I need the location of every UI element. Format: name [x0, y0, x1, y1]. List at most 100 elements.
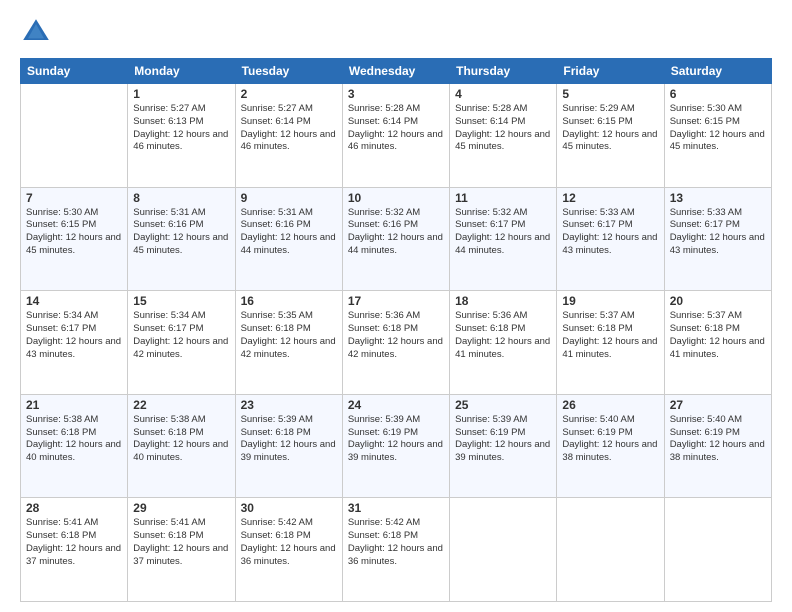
- sunset-text: Sunset: 6:15 PM: [670, 116, 766, 129]
- table-cell: 10Sunrise: 5:32 AMSunset: 6:16 PMDayligh…: [342, 187, 449, 291]
- day-number: 16: [241, 294, 337, 308]
- day-info: Sunrise: 5:27 AMSunset: 6:14 PMDaylight:…: [241, 103, 337, 154]
- day-number: 2: [241, 87, 337, 101]
- day-info: Sunrise: 5:39 AMSunset: 6:19 PMDaylight:…: [348, 414, 444, 465]
- sunset-text: Sunset: 6:16 PM: [133, 219, 229, 232]
- daylight-text: Daylight: 12 hours and45 minutes.: [26, 232, 122, 258]
- daylight-text: Daylight: 12 hours and45 minutes.: [455, 129, 551, 155]
- sunset-text: Sunset: 6:18 PM: [562, 323, 658, 336]
- sunrise-text: Sunrise: 5:34 AM: [26, 310, 122, 323]
- sunset-text: Sunset: 6:18 PM: [348, 530, 444, 543]
- day-number: 25: [455, 398, 551, 412]
- sunrise-text: Sunrise: 5:30 AM: [26, 207, 122, 220]
- table-cell: 27Sunrise: 5:40 AMSunset: 6:19 PMDayligh…: [664, 394, 771, 498]
- table-cell: 21Sunrise: 5:38 AMSunset: 6:18 PMDayligh…: [21, 394, 128, 498]
- table-cell: 26Sunrise: 5:40 AMSunset: 6:19 PMDayligh…: [557, 394, 664, 498]
- week-row-4: 28Sunrise: 5:41 AMSunset: 6:18 PMDayligh…: [21, 498, 772, 602]
- sunset-text: Sunset: 6:19 PM: [670, 427, 766, 440]
- sunset-text: Sunset: 6:17 PM: [670, 219, 766, 232]
- sunrise-text: Sunrise: 5:29 AM: [562, 103, 658, 116]
- daylight-text: Daylight: 12 hours and37 minutes.: [26, 543, 122, 569]
- sunrise-text: Sunrise: 5:35 AM: [241, 310, 337, 323]
- table-cell: 28Sunrise: 5:41 AMSunset: 6:18 PMDayligh…: [21, 498, 128, 602]
- table-cell: 23Sunrise: 5:39 AMSunset: 6:18 PMDayligh…: [235, 394, 342, 498]
- calendar-table: Sunday Monday Tuesday Wednesday Thursday…: [20, 58, 772, 602]
- sunrise-text: Sunrise: 5:34 AM: [133, 310, 229, 323]
- sunset-text: Sunset: 6:16 PM: [241, 219, 337, 232]
- day-info: Sunrise: 5:27 AMSunset: 6:13 PMDaylight:…: [133, 103, 229, 154]
- sunrise-text: Sunrise: 5:38 AM: [133, 414, 229, 427]
- day-info: Sunrise: 5:40 AMSunset: 6:19 PMDaylight:…: [562, 414, 658, 465]
- week-row-3: 21Sunrise: 5:38 AMSunset: 6:18 PMDayligh…: [21, 394, 772, 498]
- sunrise-text: Sunrise: 5:39 AM: [348, 414, 444, 427]
- table-cell: 15Sunrise: 5:34 AMSunset: 6:17 PMDayligh…: [128, 291, 235, 395]
- table-cell: 9Sunrise: 5:31 AMSunset: 6:16 PMDaylight…: [235, 187, 342, 291]
- table-cell: 8Sunrise: 5:31 AMSunset: 6:16 PMDaylight…: [128, 187, 235, 291]
- sunset-text: Sunset: 6:17 PM: [562, 219, 658, 232]
- sunrise-text: Sunrise: 5:28 AM: [348, 103, 444, 116]
- sunset-text: Sunset: 6:18 PM: [455, 323, 551, 336]
- day-info: Sunrise: 5:30 AMSunset: 6:15 PMDaylight:…: [26, 207, 122, 258]
- day-number: 3: [348, 87, 444, 101]
- sunrise-text: Sunrise: 5:39 AM: [455, 414, 551, 427]
- day-info: Sunrise: 5:32 AMSunset: 6:17 PMDaylight:…: [455, 207, 551, 258]
- daylight-text: Daylight: 12 hours and44 minutes.: [241, 232, 337, 258]
- daylight-text: Daylight: 12 hours and42 minutes.: [241, 336, 337, 362]
- day-info: Sunrise: 5:36 AMSunset: 6:18 PMDaylight:…: [455, 310, 551, 361]
- sunrise-text: Sunrise: 5:42 AM: [348, 517, 444, 530]
- day-info: Sunrise: 5:31 AMSunset: 6:16 PMDaylight:…: [133, 207, 229, 258]
- day-number: 23: [241, 398, 337, 412]
- logo-icon: [20, 16, 52, 48]
- week-row-0: 1Sunrise: 5:27 AMSunset: 6:13 PMDaylight…: [21, 84, 772, 188]
- table-cell: 20 Sunrise: 5:37 AMSunset: 6:18 PMDayligh…: [664, 291, 771, 395]
- day-info: Sunrise: 5:37 AMSunset: 6:18 PMDaylight:…: [562, 310, 658, 361]
- week-row-2: 14Sunrise: 5:34 AMSunset: 6:17 PMDayligh…: [21, 291, 772, 395]
- table-cell: [664, 498, 771, 602]
- sunset-text: Sunset: 6:18 PM: [26, 427, 122, 440]
- sunrise-text: Sunrise: 5:36 AM: [348, 310, 444, 323]
- table-cell: 16 Sunrise: 5:35 AMSunset: 6:18 PMDayligh…: [235, 291, 342, 395]
- table-cell: [557, 498, 664, 602]
- sunset-text: Sunset: 6:18 PM: [241, 427, 337, 440]
- daylight-text: Daylight: 12 hours and43 minutes.: [562, 232, 658, 258]
- day-info: Sunrise: 5:28 AMSunset: 6:14 PMDaylight:…: [348, 103, 444, 154]
- sunrise-text: Sunrise: 5:32 AM: [455, 207, 551, 220]
- table-cell: 2 Sunrise: 5:27 AMSunset: 6:14 PMDaylight…: [235, 84, 342, 188]
- table-cell: 4Sunrise: 5:28 AMSunset: 6:14 PMDaylight…: [450, 84, 557, 188]
- daylight-text: Daylight: 12 hours and38 minutes.: [670, 439, 766, 465]
- sunset-text: Sunset: 6:19 PM: [562, 427, 658, 440]
- table-cell: 5Sunrise: 5:29 AMSunset: 6:15 PMDaylight…: [557, 84, 664, 188]
- day-number: 17: [348, 294, 444, 308]
- table-cell: 30Sunrise: 5:42 AMSunset: 6:18 PMDayligh…: [235, 498, 342, 602]
- day-number: 28: [26, 501, 122, 515]
- day-number: 30: [241, 501, 337, 515]
- sunset-text: Sunset: 6:18 PM: [348, 323, 444, 336]
- header-tuesday: Tuesday: [235, 59, 342, 84]
- table-cell: 7 Sunrise: 5:30 AMSunset: 6:15 PMDaylight…: [21, 187, 128, 291]
- table-cell: 17 Sunrise: 5:36 AMSunset: 6:18 PMDayligh…: [342, 291, 449, 395]
- header-thursday: Thursday: [450, 59, 557, 84]
- sunset-text: Sunset: 6:18 PM: [241, 323, 337, 336]
- day-info: Sunrise: 5:37 AMSunset: 6:18 PMDaylight:…: [670, 310, 766, 361]
- day-number: 20: [670, 294, 766, 308]
- sunset-text: Sunset: 6:18 PM: [26, 530, 122, 543]
- header-friday: Friday: [557, 59, 664, 84]
- daylight-text: Daylight: 12 hours and36 minutes.: [241, 543, 337, 569]
- sunrise-text: Sunrise: 5:42 AM: [241, 517, 337, 530]
- header-sunday: Sunday: [21, 59, 128, 84]
- day-info: Sunrise: 5:34 AMSunset: 6:17 PMDaylight:…: [133, 310, 229, 361]
- weekday-header-row: Sunday Monday Tuesday Wednesday Thursday…: [21, 59, 772, 84]
- sunset-text: Sunset: 6:14 PM: [241, 116, 337, 129]
- daylight-text: Daylight: 12 hours and42 minutes.: [348, 336, 444, 362]
- daylight-text: Daylight: 12 hours and46 minutes.: [348, 129, 444, 155]
- sunset-text: Sunset: 6:14 PM: [348, 116, 444, 129]
- day-number: 7: [26, 191, 122, 205]
- sunset-text: Sunset: 6:19 PM: [455, 427, 551, 440]
- day-number: 12: [562, 191, 658, 205]
- daylight-text: Daylight: 12 hours and38 minutes.: [562, 439, 658, 465]
- day-info: Sunrise: 5:42 AMSunset: 6:18 PMDaylight:…: [348, 517, 444, 568]
- sunrise-text: Sunrise: 5:39 AM: [241, 414, 337, 427]
- sunset-text: Sunset: 6:15 PM: [26, 219, 122, 232]
- sunrise-text: Sunrise: 5:36 AM: [455, 310, 551, 323]
- table-cell: 13Sunrise: 5:33 AMSunset: 6:17 PMDayligh…: [664, 187, 771, 291]
